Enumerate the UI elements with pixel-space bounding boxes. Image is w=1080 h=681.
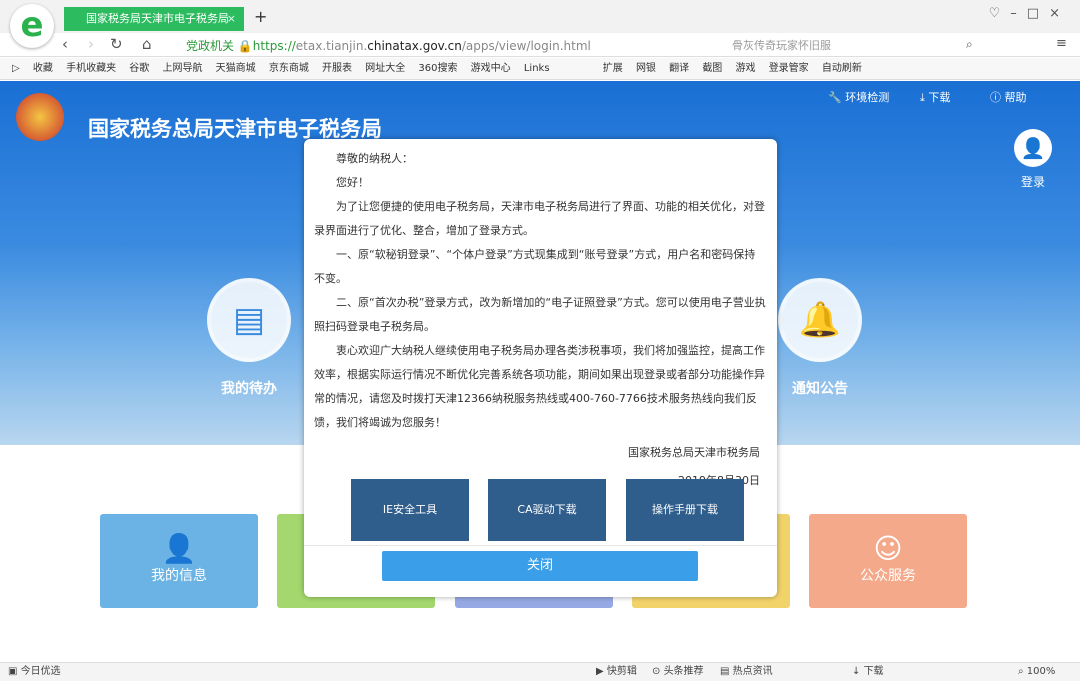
bell-icon[interactable]: 🔔: [778, 278, 862, 362]
notice-label[interactable]: 通知公告: [792, 378, 848, 398]
tile-label: 我的信息: [151, 568, 207, 584]
reload-icon[interactable]: ↻: [110, 35, 123, 53]
hello: 您好！: [314, 171, 766, 195]
todo-icon[interactable]: ▤: [207, 278, 291, 362]
status-item-label: 头条推荐: [664, 666, 704, 677]
divider: [304, 545, 777, 546]
forward-icon[interactable]: ›: [88, 35, 94, 53]
status-item-label: 下载: [864, 666, 884, 677]
manual-download-button[interactable]: 操作手册下载: [626, 479, 744, 541]
ca-driver-download-button[interactable]: CA驱动下载: [488, 479, 606, 541]
today-picks-label: 今日优选: [21, 666, 61, 677]
paragraph: 一、原“软秘钥登录”、“个体户登录”方式现集成到“账号登录”方式，用户名和密码保…: [314, 243, 766, 291]
menu-icon[interactable]: ≡: [1056, 36, 1067, 51]
zoom-level[interactable]: ⌕ 100%: [1018, 663, 1055, 681]
bookmark[interactable]: 谷歌: [129, 63, 149, 74]
url-domain: chinatax.gov.cn: [367, 39, 462, 53]
bookmark[interactable]: 上网导航: [162, 63, 202, 74]
bookmark[interactable]: 天猫商城: [216, 63, 256, 74]
browser-tab-bar: 国家税务局天津市电子税务局× + ♡–□×: [0, 0, 1080, 33]
status-item[interactable]: ▤ 热点资讯: [720, 663, 773, 681]
status-bar: ▣ 今日优选 ▶ 快剪辑 ⊙ 头条推荐 ▤ 热点资讯 ↓ 下载 ⌕ 100%: [0, 662, 1080, 681]
today-picks[interactable]: ▣ 今日优选: [8, 663, 61, 681]
service-icon: ☺: [809, 532, 967, 565]
home-icon[interactable]: ⌂: [142, 35, 152, 53]
bookmark[interactable]: 网址大全: [365, 63, 405, 74]
bookmark-right[interactable]: 网银: [636, 63, 656, 74]
bookmark[interactable]: 游戏中心: [471, 63, 511, 74]
user-icon[interactable]: 👤: [1014, 129, 1052, 167]
browser-logo-icon[interactable]: e: [10, 4, 54, 48]
env-check-link[interactable]: 🔧 环境检测: [828, 89, 889, 105]
status-download[interactable]: ↓ 下载: [852, 663, 884, 681]
tile-public-service[interactable]: ☺ 公众服务: [809, 514, 967, 608]
gov-badge: 党政机关: [186, 39, 234, 53]
zoom-value: 100%: [1027, 666, 1056, 677]
emblem-logo: [16, 93, 64, 141]
url-path: /apps/view/login.html: [462, 39, 591, 53]
status-item-label: 快剪辑: [607, 666, 637, 677]
bookmark-right[interactable]: 登录管家: [769, 63, 809, 74]
tab-title: 国家税务局天津市电子税务局: [86, 12, 229, 25]
greeting: 尊敬的纳税人：: [314, 147, 766, 171]
bookmark[interactable]: 开服表: [322, 63, 352, 74]
paragraph: 为了让您便捷的使用电子税务局，天津市电子税务局进行了界面、功能的相关优化，对登录…: [314, 195, 766, 243]
url-input[interactable]: 党政机关 🔒https://etax.tianjin.chinatax.gov.…: [186, 37, 591, 54]
bookmark[interactable]: 手机收藏夹: [66, 63, 116, 74]
tile-label: 公众服务: [860, 568, 916, 584]
download-link[interactable]: ⤓ 下载: [920, 89, 950, 105]
bookmark[interactable]: 京东商城: [269, 63, 309, 74]
search-icon[interactable]: ⌕: [966, 37, 973, 52]
download-label: 下载: [928, 91, 950, 104]
ie-security-tool-button[interactable]: IE安全工具: [351, 479, 469, 541]
back-icon[interactable]: ‹: [62, 35, 68, 53]
close-button[interactable]: 关闭: [382, 551, 698, 581]
status-item[interactable]: ⊙ 头条推荐: [652, 663, 704, 681]
env-check-label: 环境检测: [845, 91, 889, 104]
user-icon: 👤: [100, 532, 258, 565]
tile-my-info[interactable]: 👤 我的信息: [100, 514, 258, 608]
notice-content: 尊敬的纳税人： 您好！ 为了让您便捷的使用电子税务局，天津市电子税务局进行了界面…: [314, 147, 766, 493]
address-bar: ‹ › ↻ ⌂ 党政机关 🔒https://etax.tianjin.china…: [0, 33, 1080, 57]
paragraph: 衷心欢迎广大纳税人继续使用电子税务局办理各类涉税事项，我们将加强监控，提高工作效…: [314, 339, 766, 435]
search-input[interactable]: 骨灰传奇玩家怀旧服: [732, 37, 831, 53]
bookmark-right[interactable]: 截图: [702, 63, 722, 74]
signature: 国家税务总局天津市税务局: [314, 441, 766, 465]
url-scheme: https://: [253, 39, 296, 53]
bookmark-right[interactable]: 翻译: [669, 63, 689, 74]
notice-modal: 尊敬的纳税人： 您好！ 为了让您便捷的使用电子税务局，天津市电子税务局进行了界面…: [304, 139, 777, 597]
bookmark-right[interactable]: 扩展: [603, 63, 623, 74]
bookmark[interactable]: 收藏: [33, 63, 53, 74]
todo-label[interactable]: 我的待办: [221, 378, 277, 398]
bookmark-right[interactable]: 自动刷新: [822, 63, 862, 74]
login-link[interactable]: 登录: [1021, 173, 1045, 190]
bookmarks-bar: ▷ 收藏 手机收藏夹 谷歌 上网导航 天猫商城 京东商城 开服表 网址大全 36…: [0, 58, 1080, 80]
status-item-label: 热点资讯: [733, 666, 773, 677]
bookmark[interactable]: 360搜索: [418, 63, 457, 74]
paragraph: 二、原“首次办税”登录方式，改为新增加的“电子证照登录”方式。您可以使用电子营业…: [314, 291, 766, 339]
close-tab-icon[interactable]: ×: [227, 7, 236, 31]
help-label: 帮助: [1005, 91, 1027, 104]
browser-tab[interactable]: 国家税务局天津市电子税务局×: [64, 7, 244, 31]
status-item[interactable]: ▶ 快剪辑: [596, 663, 637, 681]
window-controls[interactable]: ♡–□×: [989, 6, 1070, 21]
help-link[interactable]: ⓘ 帮助: [990, 89, 1027, 105]
new-tab-button[interactable]: +: [254, 7, 267, 26]
url-sub: etax.tianjin.: [296, 39, 367, 53]
bookmark[interactable]: Links: [524, 63, 550, 74]
bookmark-right[interactable]: 游戏: [736, 63, 756, 74]
